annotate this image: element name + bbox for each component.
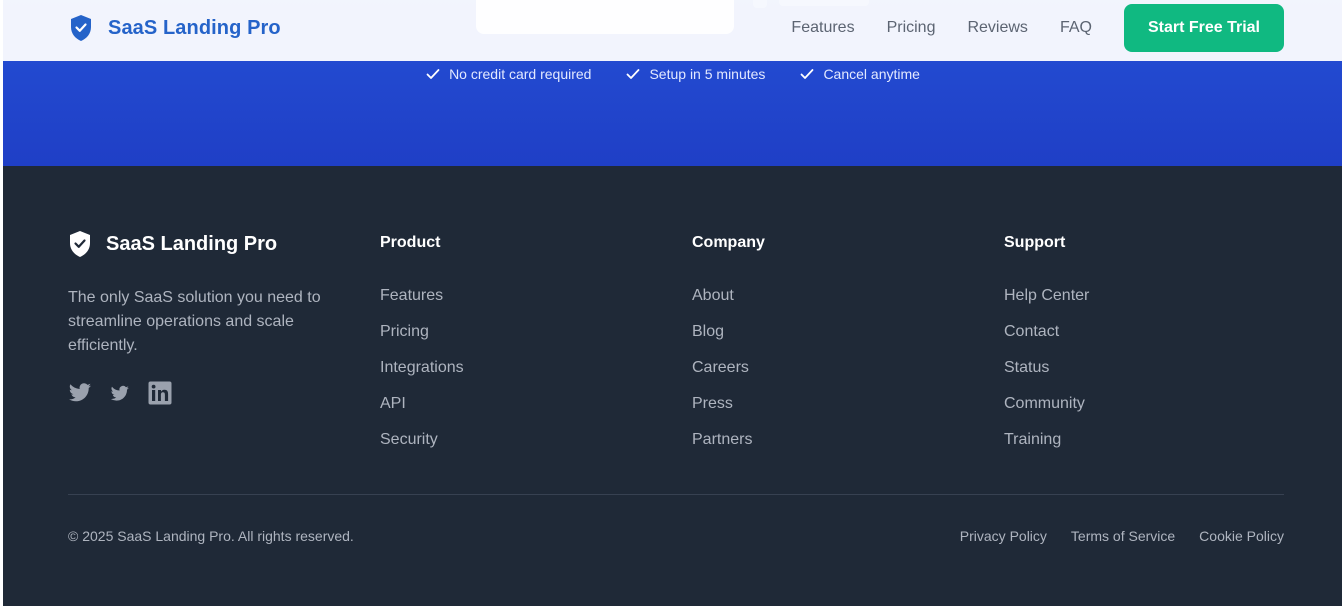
nav-link-reviews[interactable]: Reviews xyxy=(967,4,1027,52)
footer-link[interactable]: Training xyxy=(1004,422,1089,458)
terms-of-service-link[interactable]: Terms of Service xyxy=(1071,528,1175,544)
footer-divider xyxy=(68,494,1284,495)
footer-link[interactable]: Status xyxy=(1004,350,1089,386)
footer-brand[interactable]: SaaS Landing Pro xyxy=(68,230,277,258)
footer-link[interactable]: Contact xyxy=(1004,314,1089,350)
social-links xyxy=(68,381,172,405)
footer-link[interactable]: Community xyxy=(1004,386,1089,422)
footer-column-product: Product Features Pricing Integrations AP… xyxy=(380,234,464,458)
header-brand[interactable]: SaaS Landing Pro xyxy=(68,14,281,42)
cookie-policy-link[interactable]: Cookie Policy xyxy=(1199,528,1284,544)
check-icon xyxy=(627,69,640,79)
cta-benefits: No credit card required Setup in 5 minut… xyxy=(3,66,1342,82)
page: No credit card required Setup in 5 minut… xyxy=(3,0,1342,606)
benefit-label: Cancel anytime xyxy=(823,66,920,82)
footer-link[interactable]: Press xyxy=(692,386,765,422)
copyright-text: © 2025 SaaS Landing Pro. All rights rese… xyxy=(68,528,354,544)
site-header: SaaS Landing Pro Features Pricing Review… xyxy=(3,0,1342,61)
linkedin-icon[interactable] xyxy=(148,381,172,405)
nav-link-features[interactable]: Features xyxy=(791,4,854,52)
nav-link-faq[interactable]: FAQ xyxy=(1060,4,1092,52)
column-title: Company xyxy=(692,234,765,251)
footer-column-company: Company About Blog Careers Press Partner… xyxy=(692,234,765,458)
footer-link[interactable]: Partners xyxy=(692,422,765,458)
check-icon xyxy=(801,69,814,79)
check-icon xyxy=(426,69,440,79)
footer-link[interactable]: Integrations xyxy=(380,350,464,386)
benefit-item: Cancel anytime xyxy=(799,66,920,82)
footer-link[interactable]: Features xyxy=(380,278,464,314)
shield-check-icon xyxy=(71,15,91,41)
privacy-policy-link[interactable]: Privacy Policy xyxy=(960,528,1047,544)
footer-link[interactable]: Security xyxy=(380,422,464,458)
footer-brand-name: SaaS Landing Pro xyxy=(106,232,278,255)
footer-column-support: Support Help Center Contact Status Commu… xyxy=(1004,234,1089,458)
footer-description: The only SaaS solution you need to strea… xyxy=(68,289,321,354)
footer-link[interactable]: Pricing xyxy=(380,314,464,350)
start-free-trial-button[interactable]: Start Free Trial xyxy=(1123,4,1284,52)
footer-link[interactable]: About xyxy=(692,278,765,314)
benefit-label: No credit card required xyxy=(449,66,592,82)
footer-link[interactable]: Careers xyxy=(692,350,765,386)
column-title: Product xyxy=(380,234,441,251)
benefit-item: No credit card required xyxy=(425,66,591,82)
footer-link[interactable]: Blog xyxy=(692,314,765,350)
twitter-icon[interactable] xyxy=(68,381,92,405)
brand-name: SaaS Landing Pro xyxy=(108,16,281,39)
column-title: Support xyxy=(1004,234,1066,251)
footer-link[interactable]: API xyxy=(380,386,464,422)
main-nav: Features Pricing Reviews FAQ Start Free … xyxy=(791,4,1284,52)
shield-check-icon xyxy=(70,231,90,257)
footer-link[interactable]: Help Center xyxy=(1004,278,1089,314)
site-footer: SaaS Landing Pro The only SaaS solution … xyxy=(3,166,1342,606)
twitter-icon[interactable] xyxy=(108,381,132,405)
benefit-item: Setup in 5 minutes xyxy=(625,66,765,82)
legal-links: Privacy Policy Terms of Service Cookie P… xyxy=(960,528,1284,544)
nav-link-pricing[interactable]: Pricing xyxy=(887,4,936,52)
benefit-label: Setup in 5 minutes xyxy=(649,66,766,82)
